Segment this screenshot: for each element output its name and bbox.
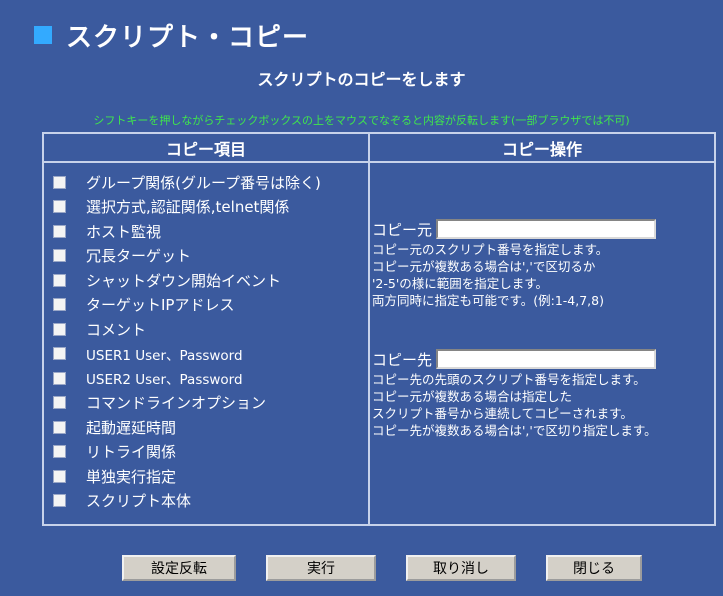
copy-item-label: リトライ関係	[86, 443, 177, 462]
copy-items-list: グループ関係(グループ番号は除く) 選択方式,認証関係,telnet関係 ホスト…	[44, 163, 368, 513]
invert-settings-button[interactable]: 設定反転	[122, 555, 236, 581]
checkbox[interactable]	[53, 175, 66, 189]
copy-item-user1[interactable]: USER1 User、Password	[44, 342, 368, 367]
checkbox[interactable]	[53, 494, 66, 508]
checkbox[interactable]	[53, 347, 66, 361]
help-line: コピー先が複数ある場合は','で区切り指定します。	[372, 423, 657, 438]
copy-dest-label: コピー先	[372, 350, 433, 369]
help-line: コピー先の先頭のスクリプト番号を指定します。	[372, 372, 646, 387]
checkbox[interactable]	[53, 224, 66, 238]
copy-item-label: USER1 User、Password	[86, 347, 243, 364]
copy-item-group[interactable]: グループ関係(グループ番号は除く)	[44, 170, 368, 195]
copy-item-label: ターゲットIPアドレス	[86, 296, 235, 315]
copy-item-script-body[interactable]: スクリプト本体	[44, 489, 368, 514]
help-line: 両方同時に指定も可能です。(例:1-4,7,8)	[372, 293, 604, 308]
help-line: コピー元のスクリプト番号を指定します。	[372, 242, 609, 257]
copy-source-help: コピー元のスクリプト番号を指定します。 コピー元が複数ある場合は','で区切るか…	[372, 241, 714, 309]
copy-operation-column: コピー操作 コピー元 コピー元のスクリプト番号を指定します。 コピー元が複数ある…	[370, 134, 714, 524]
copy-table: コピー項目 グループ関係(グループ番号は除く) 選択方式,認証関係,telnet…	[42, 132, 716, 526]
copy-source-row: コピー元	[372, 217, 714, 241]
copy-item-cmdline-option[interactable]: コマンドラインオプション	[44, 391, 368, 416]
page-title-row: スクリプト・コピー	[34, 20, 309, 53]
help-line: コピー元が複数ある場合は','で区切るか	[372, 259, 596, 274]
title-square-icon	[34, 26, 52, 44]
copy-item-retry[interactable]: リトライ関係	[44, 440, 368, 465]
shift-hint-text: シフトキーを押しながらチェックボックスの上をマウスでなぞると内容が反転します(一…	[93, 114, 630, 127]
copy-operation-header: コピー操作	[370, 134, 714, 163]
copy-item-label: シャットダウン開始イベント	[86, 271, 282, 290]
copy-item-label: USER2 User、Password	[86, 372, 243, 389]
close-button[interactable]: 閉じる	[546, 555, 642, 581]
page-subtitle: スクリプトのコピーをします	[257, 70, 466, 89]
copy-item-label: 起動遅延時間	[86, 418, 177, 437]
copy-item-user2[interactable]: USER2 User、Password	[44, 366, 368, 391]
page-title: スクリプト・コピー	[66, 22, 310, 53]
checkbox[interactable]	[53, 200, 66, 214]
help-line: コピー元が複数ある場合は指定した	[372, 389, 573, 404]
checkbox[interactable]	[53, 273, 66, 287]
copy-items-column: コピー項目 グループ関係(グループ番号は除く) 選択方式,認証関係,telnet…	[44, 134, 370, 524]
cancel-button[interactable]: 取り消し	[406, 555, 516, 581]
copy-item-startup-delay[interactable]: 起動遅延時間	[44, 415, 368, 440]
copy-item-redundant-target[interactable]: 冗長ターゲット	[44, 244, 368, 269]
copy-dest-help: コピー先の先頭のスクリプト番号を指定します。 コピー元が複数ある場合は指定した …	[372, 371, 714, 439]
copy-item-host-monitor[interactable]: ホスト監視	[44, 219, 368, 244]
checkbox[interactable]	[53, 371, 66, 385]
checkbox[interactable]	[53, 298, 66, 312]
copy-item-label: 選択方式,認証関係,telnet関係	[86, 198, 290, 217]
copy-item-single-exec[interactable]: 単独実行指定	[44, 464, 368, 489]
checkbox[interactable]	[53, 420, 66, 434]
copy-source-label: コピー元	[372, 220, 433, 239]
checkbox[interactable]	[53, 396, 66, 410]
copy-operation-panel: コピー元 コピー元のスクリプト番号を指定します。 コピー元が複数ある場合は','…	[370, 163, 714, 439]
copy-items-header: コピー項目	[44, 134, 368, 163]
help-line: '2-5'の様に範囲を指定します。	[372, 276, 549, 291]
copy-item-label: コメント	[86, 320, 147, 339]
copy-dest-input[interactable]	[436, 349, 657, 369]
help-line: スクリプト番号から連続してコピーされます。	[372, 406, 633, 421]
checkbox[interactable]	[53, 322, 66, 336]
copy-item-label: 単独実行指定	[86, 467, 177, 486]
copy-dest-row: コピー先	[372, 347, 714, 371]
copy-item-comment[interactable]: コメント	[44, 317, 368, 342]
copy-source-input[interactable]	[436, 219, 657, 239]
copy-item-shutdown-event[interactable]: シャットダウン開始イベント	[44, 268, 368, 293]
copy-item-selection-auth-telnet[interactable]: 選択方式,認証関係,telnet関係	[44, 195, 368, 220]
copy-item-target-ip[interactable]: ターゲットIPアドレス	[44, 293, 368, 318]
copy-item-label: スクリプト本体	[86, 492, 192, 511]
copy-item-label: ホスト監視	[86, 222, 162, 241]
copy-item-label: グループ関係(グループ番号は除く)	[86, 173, 321, 192]
execute-button[interactable]: 実行	[266, 555, 376, 581]
checkbox[interactable]	[53, 469, 66, 483]
checkbox[interactable]	[53, 445, 66, 459]
checkbox[interactable]	[53, 249, 66, 263]
button-bar: 設定反転 実行 取り消し 閉じる	[0, 555, 723, 581]
copy-item-label: コマンドラインオプション	[86, 394, 267, 413]
copy-item-label: 冗長ターゲット	[86, 247, 192, 266]
